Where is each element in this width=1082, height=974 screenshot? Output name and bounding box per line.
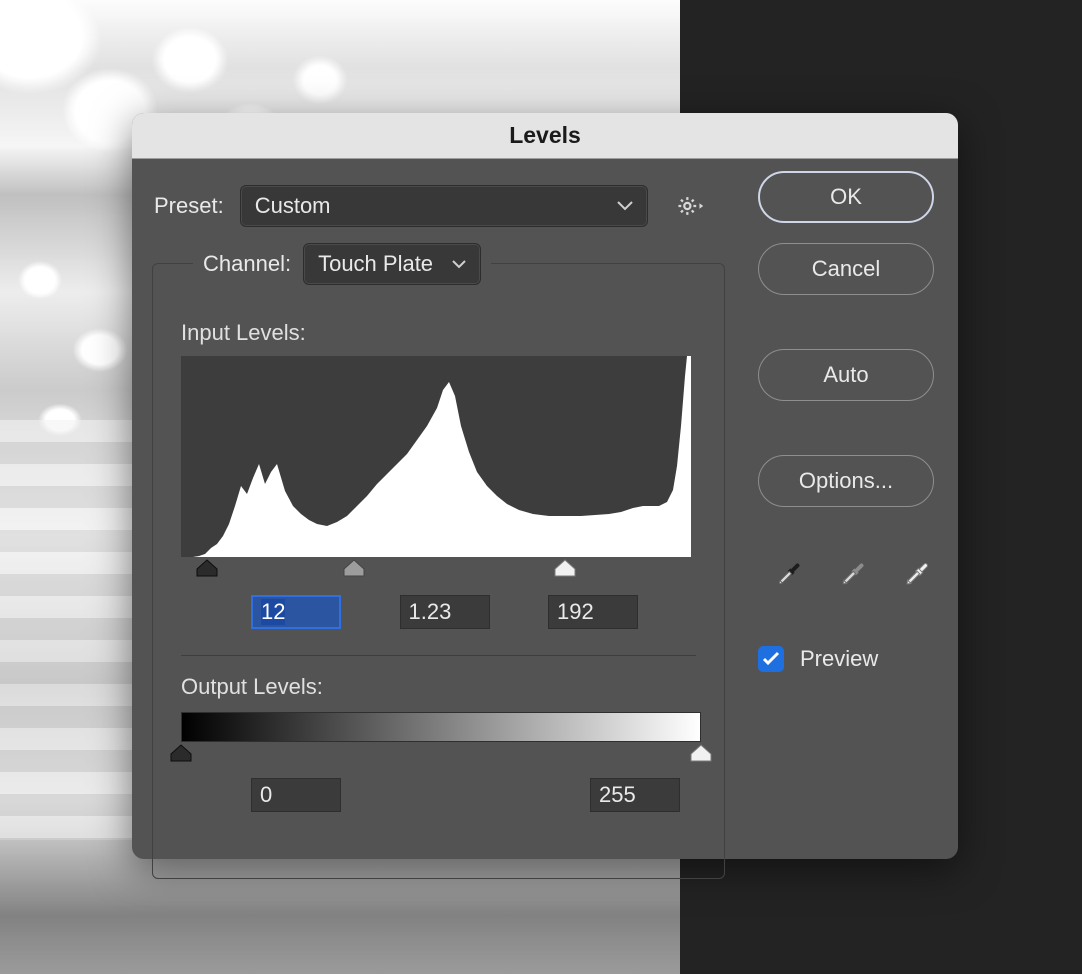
output-gradient xyxy=(181,712,701,742)
levels-dialog: Levels Preset: Custom xyxy=(132,113,958,859)
dialog-body: Preset: Custom xyxy=(132,159,958,859)
input-midtone-field[interactable]: 1.23 xyxy=(400,595,490,629)
output-levels-label: Output Levels: xyxy=(181,674,696,700)
input-shadow-field[interactable]: 12 xyxy=(251,595,341,629)
dialog-titlebar[interactable]: Levels xyxy=(132,113,958,159)
channel-select[interactable]: Touch Plate xyxy=(303,243,481,285)
channel-value: Touch Plate xyxy=(318,251,433,277)
auto-button[interactable]: Auto xyxy=(758,349,934,401)
preview-label: Preview xyxy=(800,646,878,672)
gray-point-eyedropper-icon[interactable] xyxy=(836,557,870,596)
channel-label: Channel: xyxy=(203,251,291,277)
right-column: OK Cancel Auto Options... xyxy=(758,171,934,672)
input-highlight-field[interactable]: 192 xyxy=(548,595,638,629)
preview-checkbox[interactable] xyxy=(758,646,784,672)
output-shadow-field[interactable]: 0 xyxy=(251,778,341,812)
input-levels-section: Input Levels: xyxy=(181,320,696,812)
preset-value: Custom xyxy=(255,193,331,219)
options-button[interactable]: Options... xyxy=(758,455,934,507)
output-slider[interactable] xyxy=(181,744,701,768)
black-point-eyedropper-icon[interactable] xyxy=(772,557,806,596)
chevron-down-icon xyxy=(452,260,466,269)
preset-select[interactable]: Custom xyxy=(240,185,648,227)
divider xyxy=(181,655,696,656)
ok-button[interactable]: OK xyxy=(758,171,934,223)
output-shadow-marker[interactable] xyxy=(170,744,192,762)
eyedropper-group xyxy=(772,557,934,596)
levels-fieldset: Channel: Touch Plate Input Levels: xyxy=(152,263,725,879)
preset-label: Preset: xyxy=(154,193,224,219)
output-highlight-marker[interactable] xyxy=(690,744,712,762)
output-highlight-field[interactable]: 255 xyxy=(590,778,680,812)
input-slider[interactable] xyxy=(181,559,691,583)
chevron-down-icon xyxy=(617,201,633,211)
preset-menu-button[interactable] xyxy=(678,194,706,218)
midtone-marker[interactable] xyxy=(343,559,365,577)
shadow-marker[interactable] xyxy=(196,559,218,577)
cancel-button[interactable]: Cancel xyxy=(758,243,934,295)
white-point-eyedropper-icon[interactable] xyxy=(900,557,934,596)
dialog-title: Levels xyxy=(509,122,581,149)
input-levels-label: Input Levels: xyxy=(181,320,696,346)
highlight-marker[interactable] xyxy=(554,559,576,577)
histogram xyxy=(181,356,691,557)
